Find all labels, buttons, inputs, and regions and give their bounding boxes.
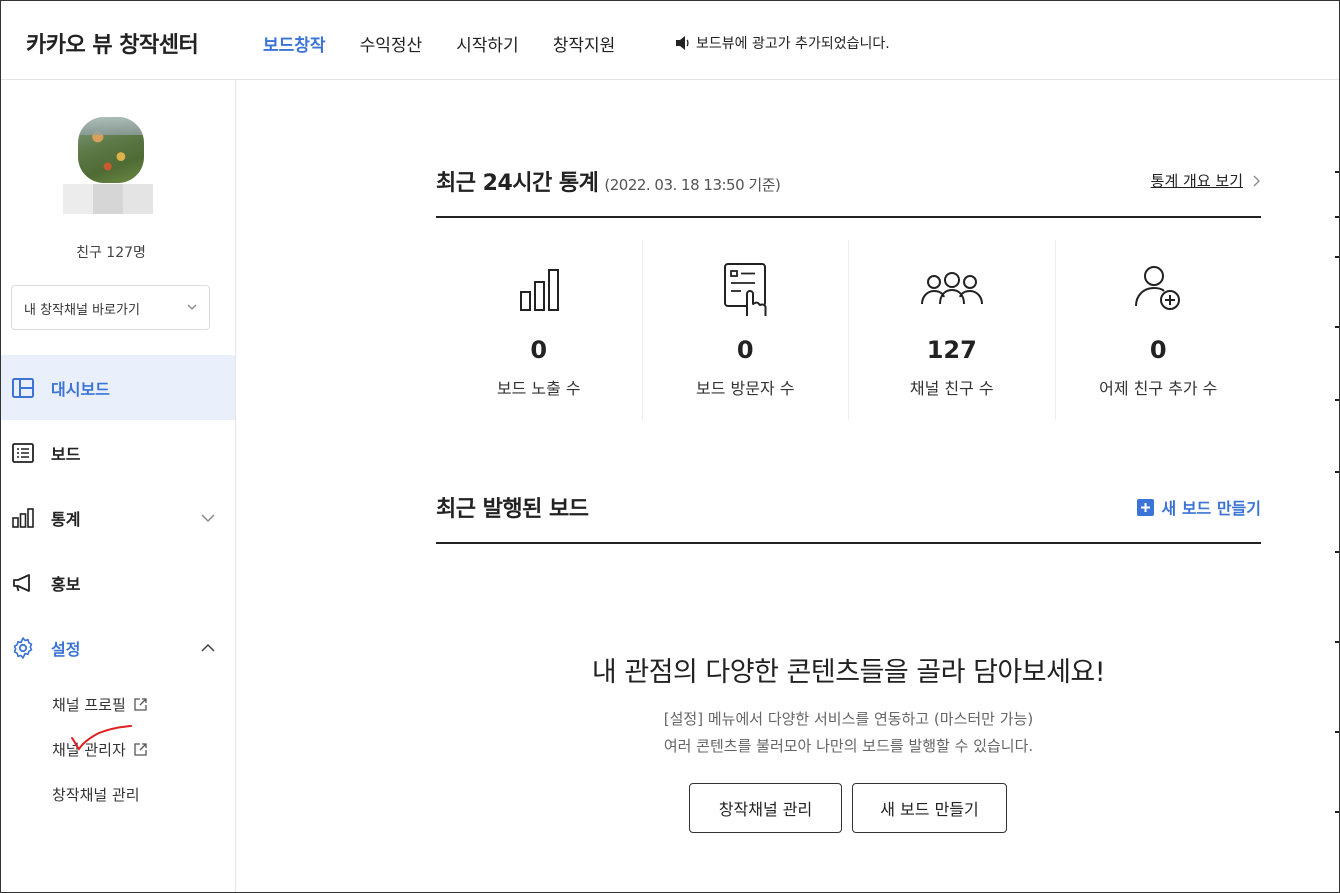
main-content: 최근 24시간 통계 (2022. 03. 18 13:50 기준) 통계 개요 … (237, 80, 1339, 892)
boards-section-title: 최근 발행된 보드 (436, 497, 589, 522)
create-board-button[interactable]: 새 보드 만들기 (852, 783, 1007, 833)
stat-channel-friends: 127 채널 친구 수 (849, 240, 1056, 420)
stat-label: 보드 방문자 수 (696, 379, 795, 398)
sub-label-admin: 채널 관리자 (52, 741, 126, 759)
nav-support[interactable]: 창작지원 (553, 31, 616, 56)
stats-divider (436, 216, 1261, 218)
stat-label: 채널 친구 수 (909, 379, 994, 398)
stats-overview-link-text: 통계 개요 보기 (1150, 172, 1243, 190)
avatar (78, 117, 144, 183)
sidebar-sub-channel-manage[interactable]: 창작채널 관리 (52, 784, 140, 805)
chevron-up-icon (201, 643, 215, 652)
sidebar-label-dashboard: 대시보드 (51, 379, 110, 399)
speaker-icon (676, 36, 689, 50)
main-nav: 보드창작 수익정산 시작하기 창작지원 (263, 31, 649, 56)
boards-divider (436, 542, 1261, 544)
empty-desc-line-1: [설정] 메뉴에서 다양한 서비스를 연동하고 (마스터만 가능) (663, 710, 1034, 728)
sidebar-item-board[interactable]: 보드 (1, 420, 235, 485)
plus-square-icon (1136, 498, 1154, 516)
stat-label: 어제 친구 추가 수 (1099, 379, 1218, 398)
gear-icon (13, 636, 33, 659)
channel-select-label: 내 창작채널 바로가기 (24, 303, 140, 318)
stat-yesterday-new-friends: 0 어제 친구 추가 수 (1056, 240, 1262, 420)
stats-grid: 0 보드 노출 수 0 보드 방문자 수 127 채널 친구 수 0 어제 친구… (436, 240, 1261, 420)
list-icon (12, 442, 34, 463)
nav-board-create[interactable]: 보드창작 (263, 31, 326, 56)
friend-count: 친구 127명 (76, 245, 146, 261)
stats-section-title: 최근 24시간 통계 (2022. 03. 18 13:50 기준) (436, 165, 781, 197)
new-board-link[interactable]: 새 보드 만들기 (1136, 495, 1261, 519)
sidebar-item-dashboard[interactable]: 대시보드 (1, 355, 235, 420)
stat-board-visitors: 0 보드 방문자 수 (643, 240, 849, 420)
notice-banner[interactable]: 보드뷰에 광고가 추가되었습니다. (674, 33, 890, 53)
channel-shortcut-select[interactable]: 내 창작채널 바로가기 (11, 285, 210, 330)
sidebar-item-settings[interactable]: 설정 (1, 615, 235, 680)
add-friend-icon (1135, 266, 1181, 310)
sub-label-profile: 채널 프로필 (52, 696, 126, 714)
sidebar-label-settings: 설정 (51, 639, 81, 659)
chevron-right-icon (1253, 175, 1260, 186)
sidebar-sub-channel-profile[interactable]: 채널 프로필 (52, 694, 147, 715)
stat-board-impressions: 0 보드 노출 수 (436, 240, 643, 420)
empty-state-description: [설정] 메뉴에서 다양한 서비스를 연동하고 (마스터만 가능) 여러 콘텐츠… (436, 706, 1261, 760)
site-logo[interactable]: 카카오 뷰 창작센터 (26, 27, 199, 59)
nav-revenue[interactable]: 수익정산 (360, 31, 423, 56)
app-window: 카카오 뷰 창작센터 보드창작 수익정산 시작하기 창작지원 보드뷰에 광고가 … (0, 0, 1340, 893)
dashboard-icon (12, 377, 34, 398)
external-link-icon (134, 698, 147, 711)
blurred-channel-name (63, 184, 153, 214)
stats-timestamp: (2022. 03. 18 13:50 기준) (604, 176, 781, 194)
stat-value: 0 (736, 336, 754, 364)
empty-state-title: 내 관점의 다양한 콘텐츠들을 골라 담아보세요! (591, 657, 1106, 688)
stat-value: 0 (1149, 336, 1167, 364)
top-header: 카카오 뷰 창작센터 보드창작 수익정산 시작하기 창작지원 보드뷰에 광고가 … (1, 1, 1339, 80)
sidebar-label-board: 보드 (51, 444, 81, 464)
bar-chart-icon (519, 269, 559, 311)
chevron-down-icon (201, 514, 215, 523)
bar-chart-icon (12, 507, 34, 528)
stats-overview-link[interactable]: 통계 개요 보기 (1151, 170, 1261, 191)
megaphone-icon (13, 573, 30, 592)
stat-label: 보드 노출 수 (496, 379, 581, 398)
chevron-down-icon (187, 304, 197, 310)
sidebar: 친구 127명 내 창작채널 바로가기 대시보드 보드 통계 홍보 설정 채널 … (1, 80, 236, 892)
notice-text: 보드뷰에 광고가 추가되었습니다. (696, 36, 890, 52)
external-link-icon (134, 743, 147, 756)
sub-label-manage: 창작채널 관리 (52, 786, 140, 804)
sidebar-label-stats: 통계 (51, 509, 81, 529)
sidebar-item-promo[interactable]: 홍보 (1, 550, 235, 615)
right-edge-artifacts (1333, 171, 1339, 871)
stats-title-text: 최근 24시간 통계 (436, 171, 599, 196)
nav-getting-started[interactable]: 시작하기 (456, 31, 519, 56)
stat-value: 127 (926, 336, 977, 364)
new-board-link-text: 새 보드 만들기 (1161, 499, 1261, 518)
empty-desc-line-2: 여러 콘텐츠를 불러모아 나만의 보드를 발행할 수 있습니다. (663, 737, 1034, 755)
sidebar-label-promo: 홍보 (51, 574, 81, 594)
sidebar-item-stats[interactable]: 통계 (1, 485, 235, 550)
sidebar-sub-channel-admin[interactable]: 채널 관리자 (52, 739, 147, 760)
stat-value: 0 (530, 336, 548, 364)
visitor-tap-icon (724, 263, 767, 316)
people-icon (920, 272, 983, 305)
manage-channel-button[interactable]: 창작채널 관리 (689, 783, 842, 833)
